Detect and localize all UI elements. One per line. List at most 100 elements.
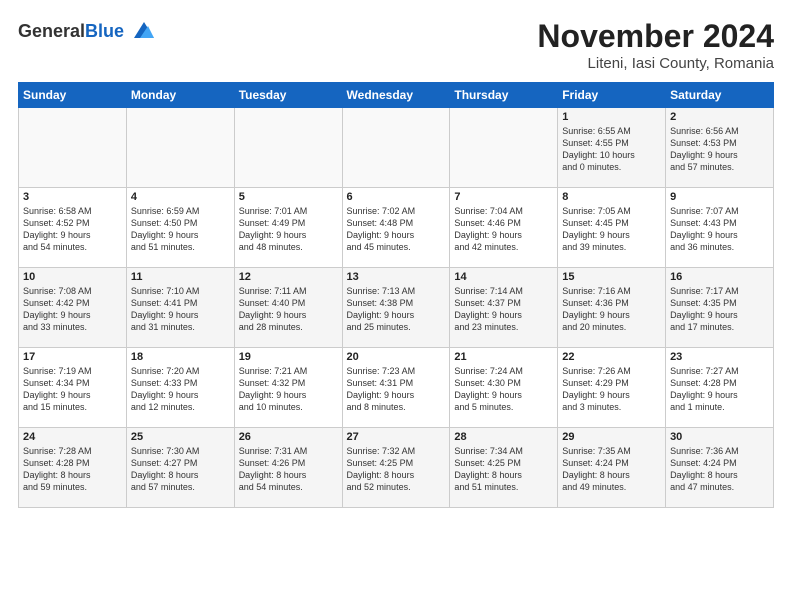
day-number: 27 [347, 431, 446, 443]
day-info: Sunrise: 7:30 AM Sunset: 4:27 PM Dayligh… [131, 445, 230, 494]
calendar-cell: 11 Sunrise: 7:10 AM Sunset: 4:41 PM Dayli… [126, 268, 234, 348]
day-info: Sunrise: 7:23 AM Sunset: 4:31 PM Dayligh… [347, 365, 446, 414]
calendar-cell: 30 Sunrise: 7:36 AM Sunset: 4:24 PM Dayli… [666, 428, 774, 508]
day-number: 16 [670, 271, 769, 283]
day-number: 20 [347, 351, 446, 363]
logo-icon [126, 18, 154, 46]
calendar-cell: 6 Sunrise: 7:02 AM Sunset: 4:48 PM Daylig… [342, 188, 450, 268]
calendar-cell: 18 Sunrise: 7:20 AM Sunset: 4:33 PM Dayli… [126, 348, 234, 428]
day-number: 15 [562, 271, 661, 283]
weekday-header-thursday: Thursday [450, 83, 558, 108]
calendar-cell: 21 Sunrise: 7:24 AM Sunset: 4:30 PM Dayli… [450, 348, 558, 428]
day-info: Sunrise: 7:32 AM Sunset: 4:25 PM Dayligh… [347, 445, 446, 494]
calendar-cell: 7Sunrise: 7:04 AM Sunset: 4:46 PM Daylig… [450, 188, 558, 268]
calendar-cell [126, 108, 234, 188]
calendar-cell: 2 Sunrise: 6:56 AM Sunset: 4:53 PM Daylig… [666, 108, 774, 188]
weekday-header-monday: Monday [126, 83, 234, 108]
weekday-header-friday: Friday [558, 83, 666, 108]
calendar-cell: 23 Sunrise: 7:27 AM Sunset: 4:28 PM Dayli… [666, 348, 774, 428]
week-row-1: 1 Sunrise: 6:55 AM Sunset: 4:55 PM Daylig… [19, 108, 774, 188]
calendar-cell: 26 Sunrise: 7:31 AM Sunset: 4:26 PM Dayli… [234, 428, 342, 508]
day-number: 30 [670, 431, 769, 443]
day-number: 13 [347, 271, 446, 283]
day-info: Sunrise: 7:10 AM Sunset: 4:41 PM Dayligh… [131, 285, 230, 334]
day-number: 11 [131, 271, 230, 283]
calendar-cell: 22Sunrise: 7:26 AM Sunset: 4:29 PM Dayli… [558, 348, 666, 428]
day-info: Sunrise: 7:36 AM Sunset: 4:24 PM Dayligh… [670, 445, 769, 494]
day-info: Sunrise: 7:14 AM Sunset: 4:37 PM Dayligh… [454, 285, 553, 334]
day-number: 2 [670, 111, 769, 123]
calendar-cell: 28 Sunrise: 7:34 AM Sunset: 4:25 PM Dayli… [450, 428, 558, 508]
calendar-cell: 12Sunrise: 7:11 AM Sunset: 4:40 PM Dayli… [234, 268, 342, 348]
day-number: 17 [23, 351, 122, 363]
day-info: Sunrise: 7:08 AM Sunset: 4:42 PM Dayligh… [23, 285, 122, 334]
calendar-cell [342, 108, 450, 188]
weekday-header-tuesday: Tuesday [234, 83, 342, 108]
calendar-cell: 16Sunrise: 7:17 AM Sunset: 4:35 PM Dayli… [666, 268, 774, 348]
day-number: 22 [562, 351, 661, 363]
day-info: Sunrise: 6:58 AM Sunset: 4:52 PM Dayligh… [23, 205, 122, 254]
weekday-header-saturday: Saturday [666, 83, 774, 108]
day-info: Sunrise: 7:19 AM Sunset: 4:34 PM Dayligh… [23, 365, 122, 414]
weekday-header-wednesday: Wednesday [342, 83, 450, 108]
day-number: 1 [562, 111, 661, 123]
weekday-header-sunday: Sunday [19, 83, 127, 108]
day-number: 18 [131, 351, 230, 363]
calendar-cell: 1 Sunrise: 6:55 AM Sunset: 4:55 PM Daylig… [558, 108, 666, 188]
calendar-cell: 25 Sunrise: 7:30 AM Sunset: 4:27 PM Dayli… [126, 428, 234, 508]
day-info: Sunrise: 7:24 AM Sunset: 4:30 PM Dayligh… [454, 365, 553, 414]
calendar-cell [450, 108, 558, 188]
day-info: Sunrise: 7:02 AM Sunset: 4:48 PM Dayligh… [347, 205, 446, 254]
day-info: Sunrise: 7:34 AM Sunset: 4:25 PM Dayligh… [454, 445, 553, 494]
day-number: 21 [454, 351, 553, 363]
calendar-cell [234, 108, 342, 188]
calendar-cell [19, 108, 127, 188]
day-info: Sunrise: 7:11 AM Sunset: 4:40 PM Dayligh… [239, 285, 338, 334]
calendar-cell: 8 Sunrise: 7:05 AM Sunset: 4:45 PM Daylig… [558, 188, 666, 268]
day-number: 6 [347, 191, 446, 203]
day-info: Sunrise: 6:59 AM Sunset: 4:50 PM Dayligh… [131, 205, 230, 254]
day-info: Sunrise: 7:21 AM Sunset: 4:32 PM Dayligh… [239, 365, 338, 414]
day-info: Sunrise: 7:05 AM Sunset: 4:45 PM Dayligh… [562, 205, 661, 254]
calendar-cell: 13 Sunrise: 7:13 AM Sunset: 4:38 PM Dayli… [342, 268, 450, 348]
week-row-4: 17 Sunrise: 7:19 AM Sunset: 4:34 PM Dayli… [19, 348, 774, 428]
calendar-cell: 15 Sunrise: 7:16 AM Sunset: 4:36 PM Dayli… [558, 268, 666, 348]
day-number: 24 [23, 431, 122, 443]
day-info: Sunrise: 7:27 AM Sunset: 4:28 PM Dayligh… [670, 365, 769, 414]
day-info: Sunrise: 6:55 AM Sunset: 4:55 PM Dayligh… [562, 125, 661, 174]
day-number: 14 [454, 271, 553, 283]
day-info: Sunrise: 7:13 AM Sunset: 4:38 PM Dayligh… [347, 285, 446, 334]
calendar-cell: 10 Sunrise: 7:08 AM Sunset: 4:42 PM Dayli… [19, 268, 127, 348]
day-number: 10 [23, 271, 122, 283]
day-info: Sunrise: 7:31 AM Sunset: 4:26 PM Dayligh… [239, 445, 338, 494]
day-info: Sunrise: 7:07 AM Sunset: 4:43 PM Dayligh… [670, 205, 769, 254]
calendar-cell: 3 Sunrise: 6:58 AM Sunset: 4:52 PM Daylig… [19, 188, 127, 268]
calendar-cell: 27 Sunrise: 7:32 AM Sunset: 4:25 PM Dayli… [342, 428, 450, 508]
day-info: Sunrise: 6:56 AM Sunset: 4:53 PM Dayligh… [670, 125, 769, 174]
day-info: Sunrise: 7:01 AM Sunset: 4:49 PM Dayligh… [239, 205, 338, 254]
calendar-body: 1 Sunrise: 6:55 AM Sunset: 4:55 PM Daylig… [19, 108, 774, 508]
logo-blue-text: Blue [85, 21, 124, 41]
day-number: 28 [454, 431, 553, 443]
location: Liteni, Iasi County, Romania [537, 55, 774, 72]
day-number: 19 [239, 351, 338, 363]
calendar-cell: 24Sunrise: 7:28 AM Sunset: 4:28 PM Dayli… [19, 428, 127, 508]
day-number: 25 [131, 431, 230, 443]
calendar-cell: 17 Sunrise: 7:19 AM Sunset: 4:34 PM Dayli… [19, 348, 127, 428]
header-row: SundayMondayTuesdayWednesdayThursdayFrid… [19, 83, 774, 108]
day-number: 7 [454, 191, 553, 203]
title-block: November 2024 Liteni, Iasi County, Roman… [537, 18, 774, 72]
day-number: 8 [562, 191, 661, 203]
day-number: 23 [670, 351, 769, 363]
day-info: Sunrise: 7:16 AM Sunset: 4:36 PM Dayligh… [562, 285, 661, 334]
day-info: Sunrise: 7:20 AM Sunset: 4:33 PM Dayligh… [131, 365, 230, 414]
month-title: November 2024 [537, 18, 774, 55]
week-row-5: 24Sunrise: 7:28 AM Sunset: 4:28 PM Dayli… [19, 428, 774, 508]
calendar-cell: 14 Sunrise: 7:14 AM Sunset: 4:37 PM Dayli… [450, 268, 558, 348]
calendar-cell: 4Sunrise: 6:59 AM Sunset: 4:50 PM Daylig… [126, 188, 234, 268]
day-number: 26 [239, 431, 338, 443]
calendar-cell: 5Sunrise: 7:01 AM Sunset: 4:49 PM Daylig… [234, 188, 342, 268]
day-number: 9 [670, 191, 769, 203]
day-number: 3 [23, 191, 122, 203]
day-info: Sunrise: 7:35 AM Sunset: 4:24 PM Dayligh… [562, 445, 661, 494]
